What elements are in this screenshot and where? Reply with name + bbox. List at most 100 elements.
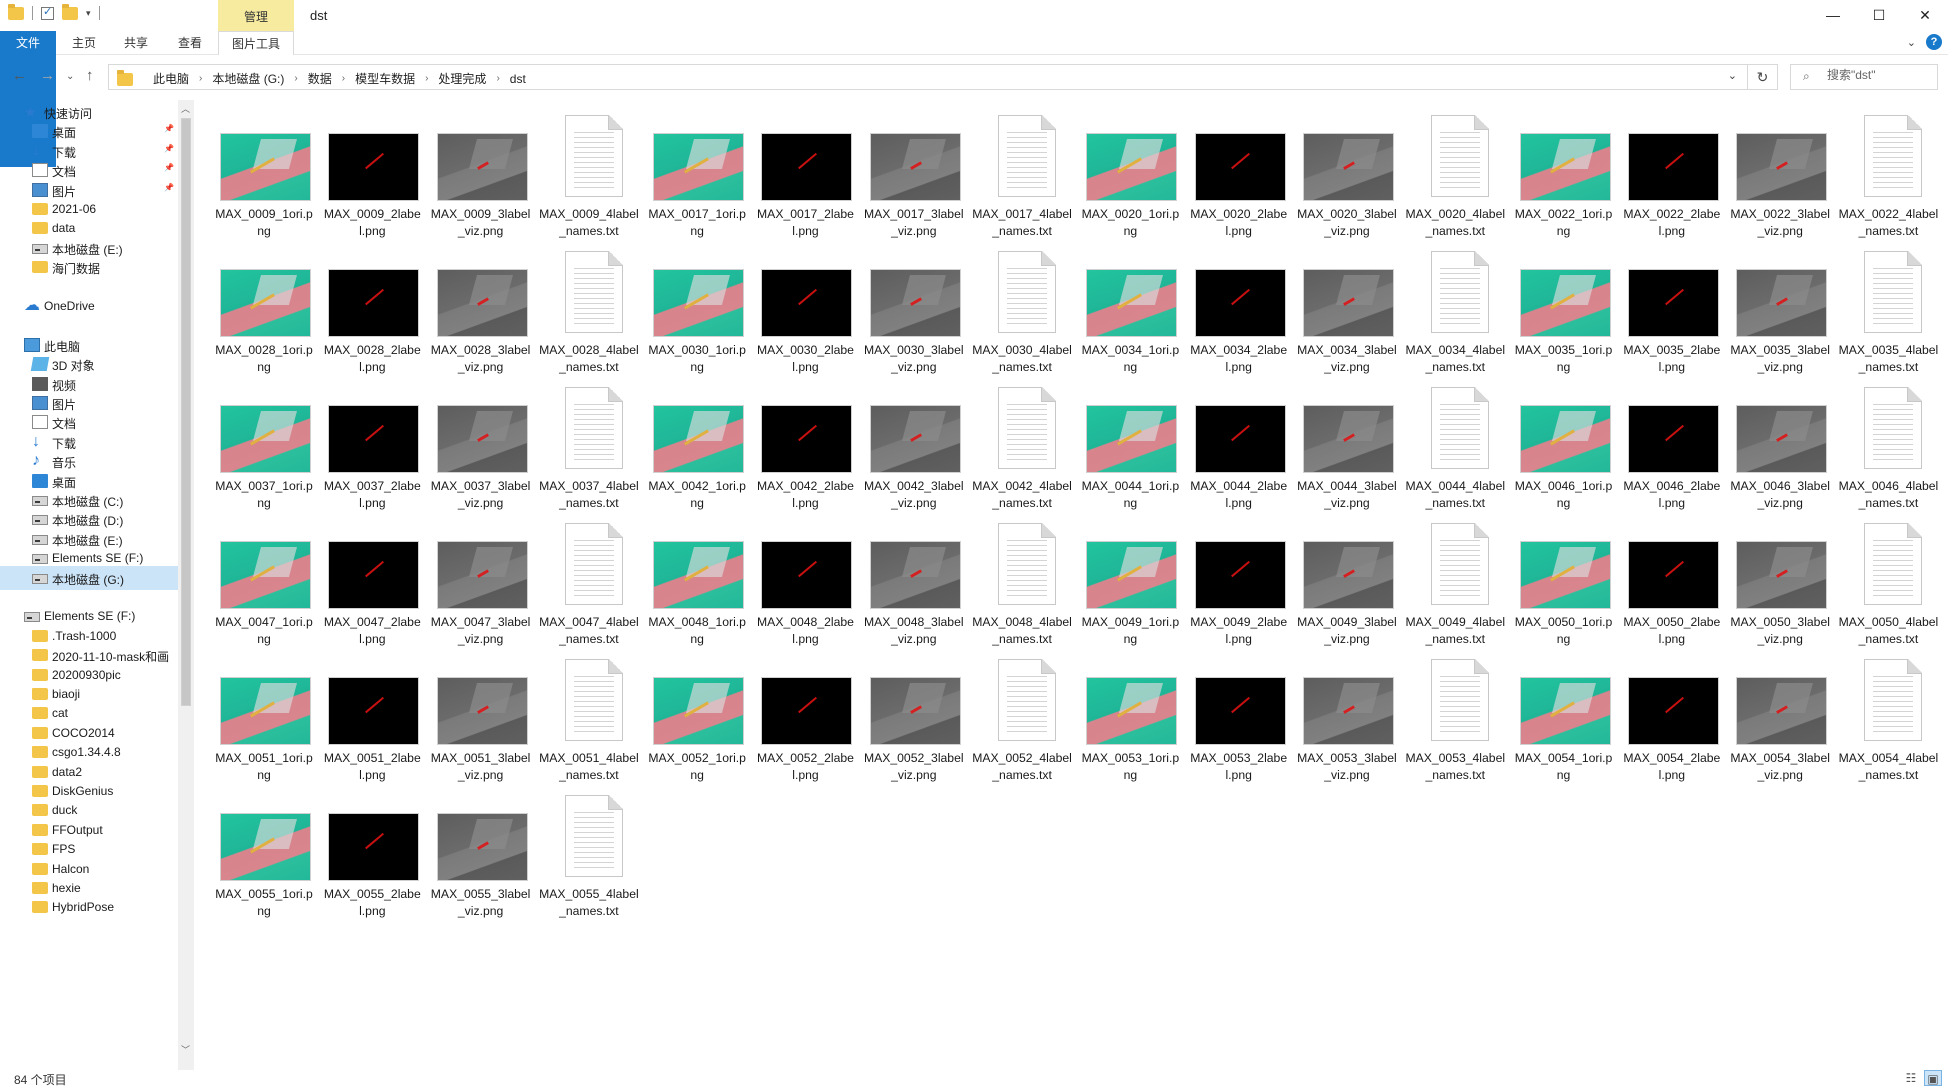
file-item[interactable]: MAX_0055_4label_names.txt (539, 790, 647, 926)
details-view-icon[interactable]: ☷ (1902, 1070, 1920, 1086)
breadcrumb-item[interactable]: 此电脑 (147, 70, 195, 87)
file-item[interactable]: MAX_0022_2label.png (1622, 110, 1730, 246)
file-item[interactable]: MAX_0048_3label_viz.png (864, 518, 972, 654)
file-item[interactable]: MAX_0028_2label.png (322, 246, 430, 382)
nav-item[interactable]: HybridPose (0, 895, 178, 919)
tab-home[interactable]: 主页 (64, 31, 104, 55)
file-item[interactable]: MAX_0047_2label.png (322, 518, 430, 654)
expand-ribbon-chevron-icon[interactable]: ⌄ (1907, 36, 1916, 49)
file-item[interactable]: MAX_0030_2label.png (755, 246, 863, 382)
file-item[interactable]: MAX_0030_1ori.png (647, 246, 755, 382)
file-item[interactable]: MAX_0020_2label.png (1189, 110, 1297, 246)
manage-context-tab[interactable]: 管理 (218, 0, 294, 31)
file-item[interactable]: MAX_0034_3label_viz.png (1297, 246, 1405, 382)
breadcrumb-item[interactable]: dst (504, 72, 532, 86)
file-item[interactable]: MAX_0053_2label.png (1189, 654, 1297, 790)
file-item[interactable]: MAX_0050_2label.png (1622, 518, 1730, 654)
file-item[interactable]: MAX_0054_3label_viz.png (1730, 654, 1838, 790)
file-item[interactable]: MAX_0049_3label_viz.png (1297, 518, 1405, 654)
tab-share[interactable]: 共享 (116, 31, 156, 55)
properties-icon[interactable] (41, 5, 54, 20)
breadcrumb-separator-chevron-icon[interactable]: › (338, 73, 349, 84)
file-item[interactable]: MAX_0052_3label_viz.png (864, 654, 972, 790)
file-item[interactable]: MAX_0020_1ori.png (1080, 110, 1188, 246)
file-item[interactable]: MAX_0046_2label.png (1622, 382, 1730, 518)
file-item[interactable]: MAX_0042_3label_viz.png (864, 382, 972, 518)
file-item[interactable]: MAX_0020_4label_names.txt (1405, 110, 1513, 246)
file-item[interactable]: MAX_0035_3label_viz.png (1730, 246, 1838, 382)
file-item[interactable]: MAX_0028_4label_names.txt (539, 246, 647, 382)
file-item[interactable]: MAX_0034_2label.png (1189, 246, 1297, 382)
file-item[interactable]: MAX_0042_2label.png (755, 382, 863, 518)
breadcrumb-item[interactable]: 数据 (302, 70, 338, 87)
folder-icon[interactable] (8, 3, 24, 20)
file-item[interactable]: MAX_0050_3label_viz.png (1730, 518, 1838, 654)
breadcrumb-separator-chevron-icon[interactable]: › (290, 73, 301, 84)
file-item[interactable]: MAX_0009_1ori.png (214, 110, 322, 246)
file-item[interactable]: MAX_0049_4label_names.txt (1405, 518, 1513, 654)
tab-view[interactable]: 查看 (170, 31, 210, 55)
refresh-button[interactable]: ↻ (1748, 64, 1778, 90)
file-item[interactable]: MAX_0055_3label_viz.png (431, 790, 539, 926)
minimize-button[interactable]: — (1810, 0, 1856, 31)
file-item[interactable]: MAX_0055_2label.png (322, 790, 430, 926)
breadcrumb-item[interactable]: 处理完成 (432, 70, 492, 87)
file-item[interactable]: MAX_0053_3label_viz.png (1297, 654, 1405, 790)
file-item[interactable]: MAX_0052_2label.png (755, 654, 863, 790)
file-item[interactable]: MAX_0017_4label_names.txt (972, 110, 1080, 246)
file-item[interactable]: MAX_0009_4label_names.txt (539, 110, 647, 246)
file-item[interactable]: MAX_0030_4label_names.txt (972, 246, 1080, 382)
forward-arrow-icon[interactable]: → (40, 67, 55, 84)
file-item[interactable]: MAX_0035_4label_names.txt (1838, 246, 1946, 382)
file-item[interactable]: MAX_0044_3label_viz.png (1297, 382, 1405, 518)
file-item[interactable]: MAX_0053_1ori.png (1080, 654, 1188, 790)
scroll-up-chevron-icon[interactable]: ︿ (181, 102, 190, 115)
file-item[interactable]: MAX_0054_2label.png (1622, 654, 1730, 790)
file-item[interactable]: MAX_0034_1ori.png (1080, 246, 1188, 382)
help-icon[interactable]: ? (1926, 34, 1942, 50)
breadcrumb-separator-chevron-icon[interactable]: › (421, 73, 432, 84)
breadcrumb-separator-chevron-icon[interactable]: › (195, 73, 206, 84)
file-item[interactable]: MAX_0054_4label_names.txt (1838, 654, 1946, 790)
file-item[interactable]: MAX_0051_2label.png (322, 654, 430, 790)
file-item[interactable]: MAX_0037_1ori.png (214, 382, 322, 518)
address-bar[interactable]: 此电脑 › 本地磁盘 (G:) › 数据 › 模型车数据 › 处理完成 › dst ⌄ (108, 64, 1748, 90)
file-item[interactable]: MAX_0048_2label.png (755, 518, 863, 654)
breadcrumb-item[interactable]: 本地磁盘 (G:) (206, 70, 290, 87)
file-item[interactable]: MAX_0052_4label_names.txt (972, 654, 1080, 790)
file-item[interactable]: MAX_0047_4label_names.txt (539, 518, 647, 654)
file-item[interactable]: MAX_0053_4label_names.txt (1405, 654, 1513, 790)
file-item[interactable]: MAX_0046_1ori.png (1514, 382, 1622, 518)
nav-item[interactable]: 海门数据 (0, 255, 178, 279)
tab-picture-tools[interactable]: 图片工具 (218, 31, 294, 55)
file-item[interactable]: MAX_0050_1ori.png (1514, 518, 1622, 654)
file-item[interactable]: MAX_0028_1ori.png (214, 246, 322, 382)
search-input[interactable] (1827, 68, 1927, 82)
file-item[interactable]: MAX_0009_2label.png (322, 110, 430, 246)
file-item[interactable]: MAX_0035_2label.png (1622, 246, 1730, 382)
file-item[interactable]: MAX_0017_1ori.png (647, 110, 755, 246)
new-folder-icon[interactable] (62, 3, 78, 20)
file-item[interactable]: MAX_0022_4label_names.txt (1838, 110, 1946, 246)
file-item[interactable]: MAX_0022_3label_viz.png (1730, 110, 1838, 246)
large-icons-view-icon[interactable]: ▣ (1924, 1070, 1942, 1086)
maximize-button[interactable]: ☐ (1856, 0, 1902, 31)
address-history-chevron-icon[interactable]: ⌄ (1728, 69, 1737, 82)
file-item[interactable]: MAX_0017_2label.png (755, 110, 863, 246)
breadcrumb-separator-chevron-icon[interactable]: › (492, 73, 503, 84)
breadcrumb-item[interactable]: 模型车数据 (349, 70, 421, 87)
close-button[interactable]: ✕ (1902, 0, 1948, 31)
file-item[interactable]: MAX_0046_3label_viz.png (1730, 382, 1838, 518)
file-item[interactable]: MAX_0037_2label.png (322, 382, 430, 518)
file-item[interactable]: MAX_0042_1ori.png (647, 382, 755, 518)
file-item[interactable]: MAX_0022_1ori.png (1514, 110, 1622, 246)
file-item[interactable]: MAX_0051_4label_names.txt (539, 654, 647, 790)
file-item[interactable]: MAX_0048_1ori.png (647, 518, 755, 654)
file-item[interactable]: MAX_0034_4label_names.txt (1405, 246, 1513, 382)
file-item[interactable]: MAX_0054_1ori.png (1514, 654, 1622, 790)
nav-item[interactable]: ☁ OneDrive (0, 294, 178, 318)
file-item[interactable]: MAX_0049_2label.png (1189, 518, 1297, 654)
file-item[interactable]: MAX_0049_1ori.png (1080, 518, 1188, 654)
file-item[interactable]: MAX_0044_4label_names.txt (1405, 382, 1513, 518)
file-item[interactable]: MAX_0047_1ori.png (214, 518, 322, 654)
